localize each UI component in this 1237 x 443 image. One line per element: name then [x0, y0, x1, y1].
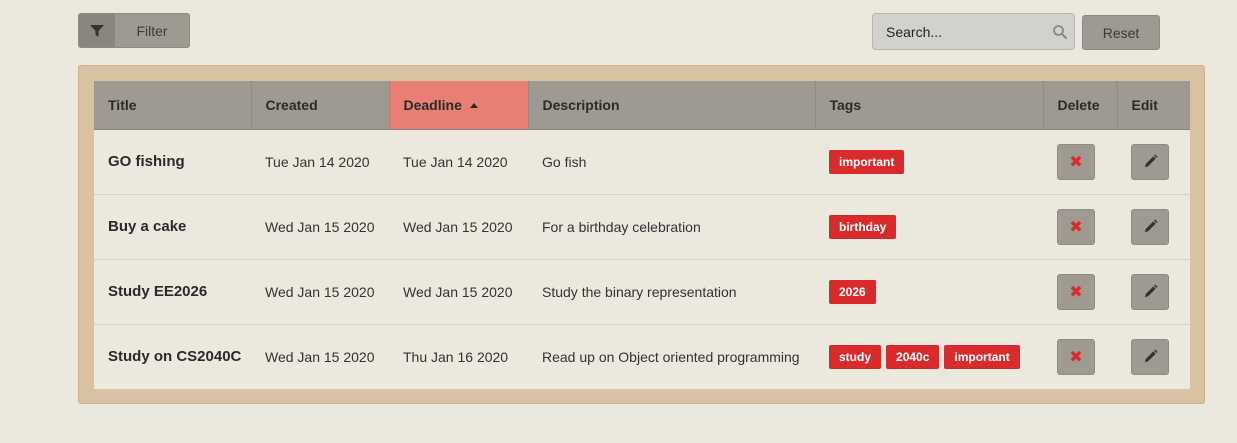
table-row: Study on CS2040C Wed Jan 15 2020 Thu Jan… — [94, 324, 1190, 389]
funnel-icon — [79, 14, 115, 47]
tags-cell: birthday — [815, 194, 1043, 259]
deadline-date: Wed Jan 15 2020 — [403, 283, 513, 300]
delete-x-icon: ✖ — [1069, 217, 1083, 236]
column-header-created[interactable]: Created — [251, 81, 390, 130]
todo-title: Study on CS2040C — [108, 348, 242, 366]
todo-description: Read up on Object oriented programming — [542, 348, 800, 365]
tags-cell: study 2040c important — [815, 324, 1043, 389]
delete-cell: ✖ — [1043, 129, 1117, 194]
delete-button[interactable]: ✖ — [1057, 338, 1095, 375]
delete-cell: ✖ — [1043, 259, 1117, 324]
delete-x-icon: ✖ — [1069, 282, 1083, 301]
sort-ascending-icon — [469, 102, 478, 108]
search-icon[interactable] — [1052, 24, 1068, 40]
todo-title: Study EE2026 — [108, 283, 208, 300]
todo-panel: Title Created Deadline Description Tags … — [78, 65, 1205, 404]
delete-x-icon: ✖ — [1069, 347, 1083, 367]
filter-button[interactable]: Filter — [78, 13, 190, 48]
edit-button[interactable] — [1131, 143, 1169, 180]
deadline-date: Wed Jan 15 2020 — [403, 218, 513, 235]
pencil-icon — [1144, 154, 1158, 168]
column-header-title[interactable]: Title — [94, 81, 252, 130]
tags-cell: important — [815, 129, 1043, 194]
column-header-edit: Edit — [1117, 81, 1190, 130]
todo-title: GO fishing — [108, 153, 185, 170]
tag-badge[interactable]: birthday — [829, 214, 897, 239]
delete-button[interactable]: ✖ — [1057, 143, 1095, 180]
edit-cell — [1117, 129, 1190, 194]
delete-x-icon: ✖ — [1069, 152, 1083, 171]
table-row: Study EE2026 Wed Jan 15 2020 Wed Jan 15 … — [94, 259, 1190, 324]
created-date: Wed Jan 15 2020 — [265, 218, 375, 235]
created-date: Tue Jan 14 2020 — [265, 153, 370, 170]
created-date: Wed Jan 15 2020 — [265, 348, 375, 365]
tag-badge[interactable]: study — [829, 344, 882, 369]
table-header-row: Title Created Deadline Description Tags … — [94, 81, 1190, 130]
column-header-deadline[interactable]: Deadline — [389, 81, 529, 130]
reset-button[interactable]: Reset — [1082, 15, 1160, 50]
edit-cell — [1117, 324, 1190, 389]
todo-description: Study the binary representation — [542, 283, 737, 300]
todo-table: Title Created Deadline Description Tags … — [94, 81, 1190, 389]
pencil-icon — [1144, 349, 1158, 363]
edit-button[interactable] — [1131, 273, 1169, 310]
edit-cell — [1117, 259, 1190, 324]
delete-cell: ✖ — [1043, 324, 1117, 389]
tag-badge[interactable]: important — [944, 344, 1020, 369]
tag-badge[interactable]: important — [829, 149, 905, 174]
tag-badge[interactable]: 2040c — [886, 344, 940, 369]
tag-badge[interactable]: 2026 — [829, 279, 876, 304]
deadline-date: Thu Jan 16 2020 — [403, 348, 509, 365]
filter-button-label: Filter — [136, 22, 168, 39]
column-header-tags[interactable]: Tags — [815, 81, 1044, 130]
search-field[interactable] — [872, 13, 1075, 50]
deadline-date: Tue Jan 14 2020 — [403, 153, 508, 170]
tags-cell: 2026 — [815, 259, 1043, 324]
delete-button[interactable]: ✖ — [1057, 208, 1095, 245]
column-header-description[interactable]: Description — [528, 81, 816, 130]
edit-button[interactable] — [1131, 338, 1169, 375]
table-row: GO fishing Tue Jan 14 2020 Tue Jan 14 20… — [94, 129, 1190, 194]
search-input[interactable] — [873, 22, 1048, 41]
edit-cell — [1117, 194, 1190, 259]
pencil-icon — [1144, 284, 1158, 298]
todo-description: For a birthday celebration — [542, 218, 701, 235]
column-header-delete: Delete — [1043, 81, 1118, 130]
todo-title: Buy a cake — [108, 218, 187, 235]
table-row: Buy a cake Wed Jan 15 2020 Wed Jan 15 20… — [94, 194, 1190, 259]
pencil-icon — [1144, 219, 1158, 233]
edit-button[interactable] — [1131, 208, 1169, 245]
created-date: Wed Jan 15 2020 — [265, 283, 375, 300]
todo-description: Go fish — [542, 153, 587, 170]
delete-cell: ✖ — [1043, 194, 1117, 259]
delete-button[interactable]: ✖ — [1057, 273, 1095, 310]
